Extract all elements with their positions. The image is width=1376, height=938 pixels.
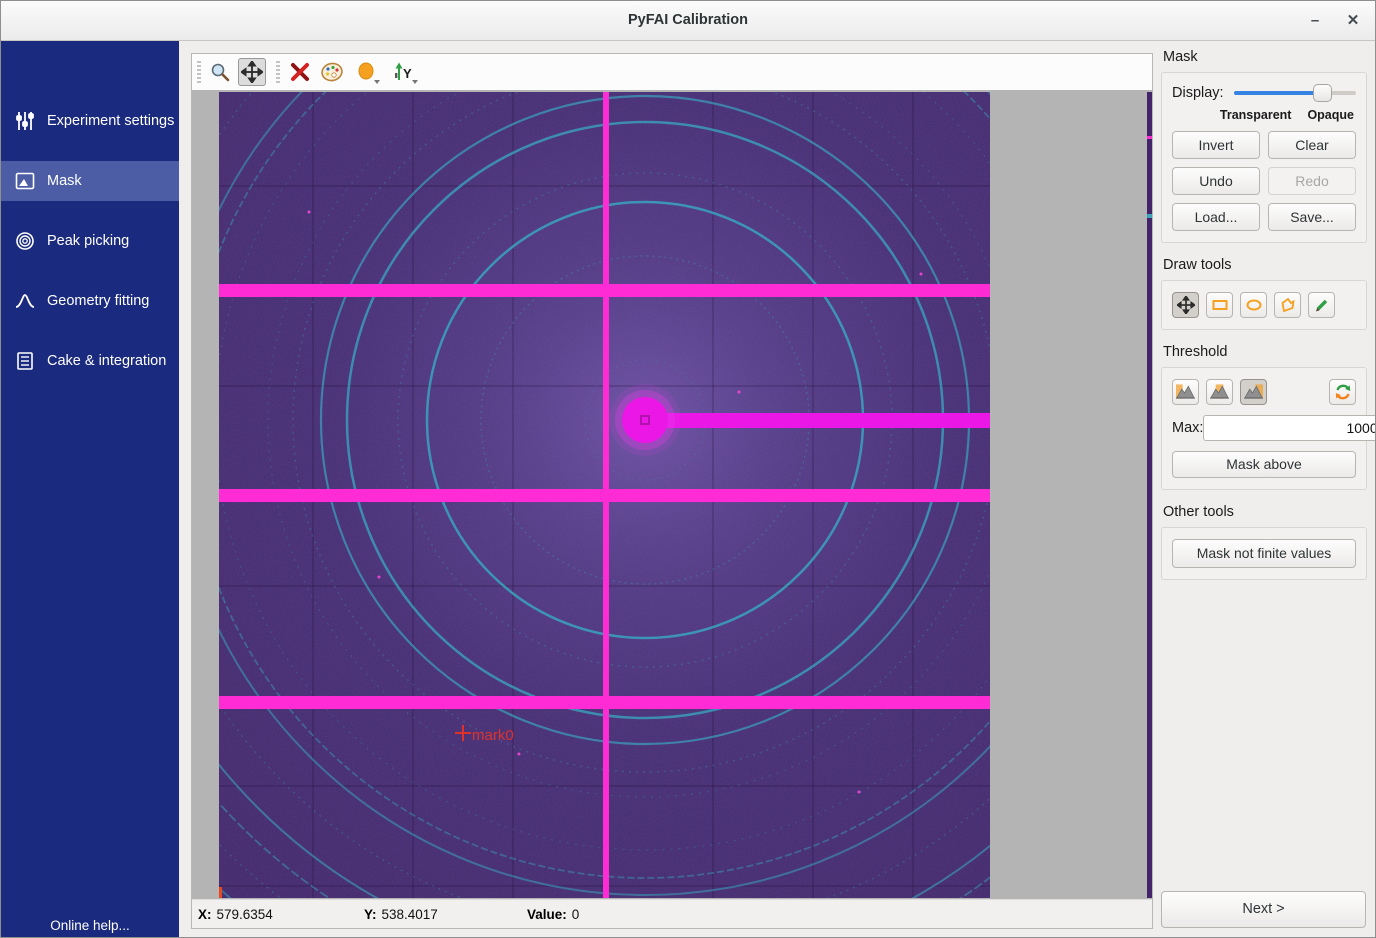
sliver-mask-dot <box>1147 136 1152 139</box>
ellipse-icon <box>1245 296 1263 314</box>
diffraction-image[interactable]: mark0 <box>219 92 990 898</box>
sidebar-item-experiment-settings[interactable]: Experiment settings <box>1 101 179 141</box>
svg-text:Y: Y <box>403 66 412 81</box>
plot-widget: Y <box>191 53 1153 929</box>
max-label: Max: <box>1172 420 1203 436</box>
peak-picking-icon <box>14 230 36 252</box>
polygon-icon <box>1279 296 1297 314</box>
close-button[interactable]: ✕ <box>1341 9 1365 33</box>
slider-handle[interactable] <box>1313 84 1332 102</box>
draw-pan-tool-button[interactable] <box>1172 292 1199 318</box>
rectangle-icon <box>1211 296 1229 314</box>
max-threshold-input[interactable] <box>1203 415 1376 441</box>
opaque-label: Opaque <box>1307 108 1354 122</box>
sidebar-item-label: Mask <box>47 173 82 189</box>
titlebar: PyFAI Calibration – ✕ <box>1 1 1375 41</box>
mask-section-title: Mask <box>1163 49 1367 65</box>
mask-above-threshold-button[interactable] <box>1240 379 1267 405</box>
redo-button: Redo <box>1268 167 1356 195</box>
mask-tools-panel: Mask Display: Transparent Opaque Invert … <box>1161 49 1367 929</box>
window-title: PyFAI Calibration <box>1 12 1375 28</box>
mask-between-threshold-button[interactable] <box>1206 379 1233 405</box>
plot-toolbar: Y <box>192 54 1152 90</box>
pan-tool-button[interactable] <box>238 58 266 86</box>
transparent-label: Transparent <box>1220 108 1292 122</box>
pan-arrows-icon <box>241 61 263 83</box>
sidebar-item-label: Experiment settings <box>47 113 174 129</box>
plot-canvas[interactable]: mark0 <box>192 90 1152 900</box>
y-axis-orientation-button[interactable]: Y <box>388 58 420 86</box>
reload-threshold-button[interactable] <box>1329 379 1356 405</box>
minimize-button[interactable]: – <box>1303 9 1327 33</box>
sidebar-item-geometry-fitting[interactable]: Geometry fitting <box>1 281 179 321</box>
mask-below-threshold-button[interactable] <box>1172 379 1199 405</box>
display-label: Display: <box>1172 85 1230 101</box>
mask-above-button[interactable]: Mask above <box>1172 451 1356 478</box>
dropdown-arrow-icon <box>374 80 380 84</box>
load-button[interactable]: Load... <box>1172 203 1260 231</box>
draw-ellipse-tool-button[interactable] <box>1240 292 1267 318</box>
magnifier-icon <box>209 61 231 83</box>
geometry-fitting-icon <box>14 290 36 312</box>
cursor-status-bar: X: 579.6354 Y: 538.4017 Value: 0 <box>192 899 1152 928</box>
marker-color-button[interactable] <box>352 58 382 86</box>
threshold-title: Threshold <box>1163 344 1367 360</box>
mask-opacity-slider[interactable] <box>1234 84 1356 102</box>
draw-polygon-tool-button[interactable] <box>1274 292 1301 318</box>
image-edge-sliver <box>1147 92 1152 898</box>
mask-not-finite-button[interactable]: Mask not finite values <box>1172 539 1356 568</box>
y-label: Y: <box>364 907 377 922</box>
sidebar-item-label: Peak picking <box>47 233 129 249</box>
sidebar-item-peak-picking[interactable]: Peak picking <box>1 221 179 261</box>
peak-marker-label: mark0 <box>472 727 514 744</box>
y-value: 538.4017 <box>382 907 438 922</box>
undo-button[interactable]: Undo <box>1172 167 1260 195</box>
cake-integration-icon <box>14 350 36 372</box>
dropdown-arrow-icon <box>412 80 418 84</box>
draw-tools-group <box>1161 280 1367 330</box>
sidebar-item-mask[interactable]: Mask <box>1 161 179 201</box>
pyfai-window: PyFAI Calibration – ✕ Experiment setting… <box>0 0 1376 938</box>
pencil-icon <box>1313 296 1331 314</box>
zoom-tool-button[interactable] <box>206 58 234 86</box>
other-tools-group: Mask not finite values <box>1161 527 1367 580</box>
draw-rectangle-tool-button[interactable] <box>1206 292 1233 318</box>
mask-image-icon <box>14 170 36 192</box>
sliver-ring-dot <box>1147 214 1152 218</box>
value-label: Value: <box>527 907 567 922</box>
histogram-between-icon <box>1210 384 1229 400</box>
mask-actions-group: Display: Transparent Opaque Invert Clear… <box>1161 72 1367 243</box>
clear-button[interactable]: Clear <box>1268 131 1356 159</box>
palette-icon <box>320 61 344 83</box>
x-label: X: <box>198 907 212 922</box>
mask-remove-button[interactable] <box>286 58 314 86</box>
draw-tools-title: Draw tools <box>1163 257 1367 273</box>
other-tools-title: Other tools <box>1163 504 1367 520</box>
toolbar-handle[interactable] <box>197 61 201 83</box>
save-button[interactable]: Save... <box>1268 203 1356 231</box>
pixel-value: 0 <box>572 907 580 922</box>
colormap-button[interactable] <box>318 58 346 86</box>
task-sidebar: Experiment settings Mask Peak picking Ge… <box>1 41 179 938</box>
pan-arrows-icon <box>1177 296 1195 314</box>
histogram-below-icon <box>1176 384 1195 400</box>
next-button[interactable]: Next > <box>1161 891 1366 928</box>
x-value: 579.6354 <box>217 907 273 922</box>
online-help-link[interactable]: Online help... <box>1 918 179 933</box>
slider-fill <box>1234 91 1322 95</box>
sidebar-item-cake-integration[interactable]: Cake & integration <box>1 341 179 381</box>
sliders-icon <box>14 110 36 132</box>
toolbar-handle[interactable] <box>276 61 280 83</box>
histogram-above-icon <box>1244 384 1263 400</box>
sidebar-item-label: Geometry fitting <box>47 293 149 309</box>
threshold-group: Max: Mask above <box>1161 367 1367 490</box>
invert-button[interactable]: Invert <box>1172 131 1260 159</box>
orange-dot-icon <box>357 62 377 82</box>
sidebar-item-label: Cake & integration <box>47 353 166 369</box>
draw-pencil-tool-button[interactable] <box>1308 292 1335 318</box>
corner-tick <box>219 887 222 898</box>
refresh-icon <box>1334 383 1352 401</box>
red-cross-icon <box>289 61 311 83</box>
